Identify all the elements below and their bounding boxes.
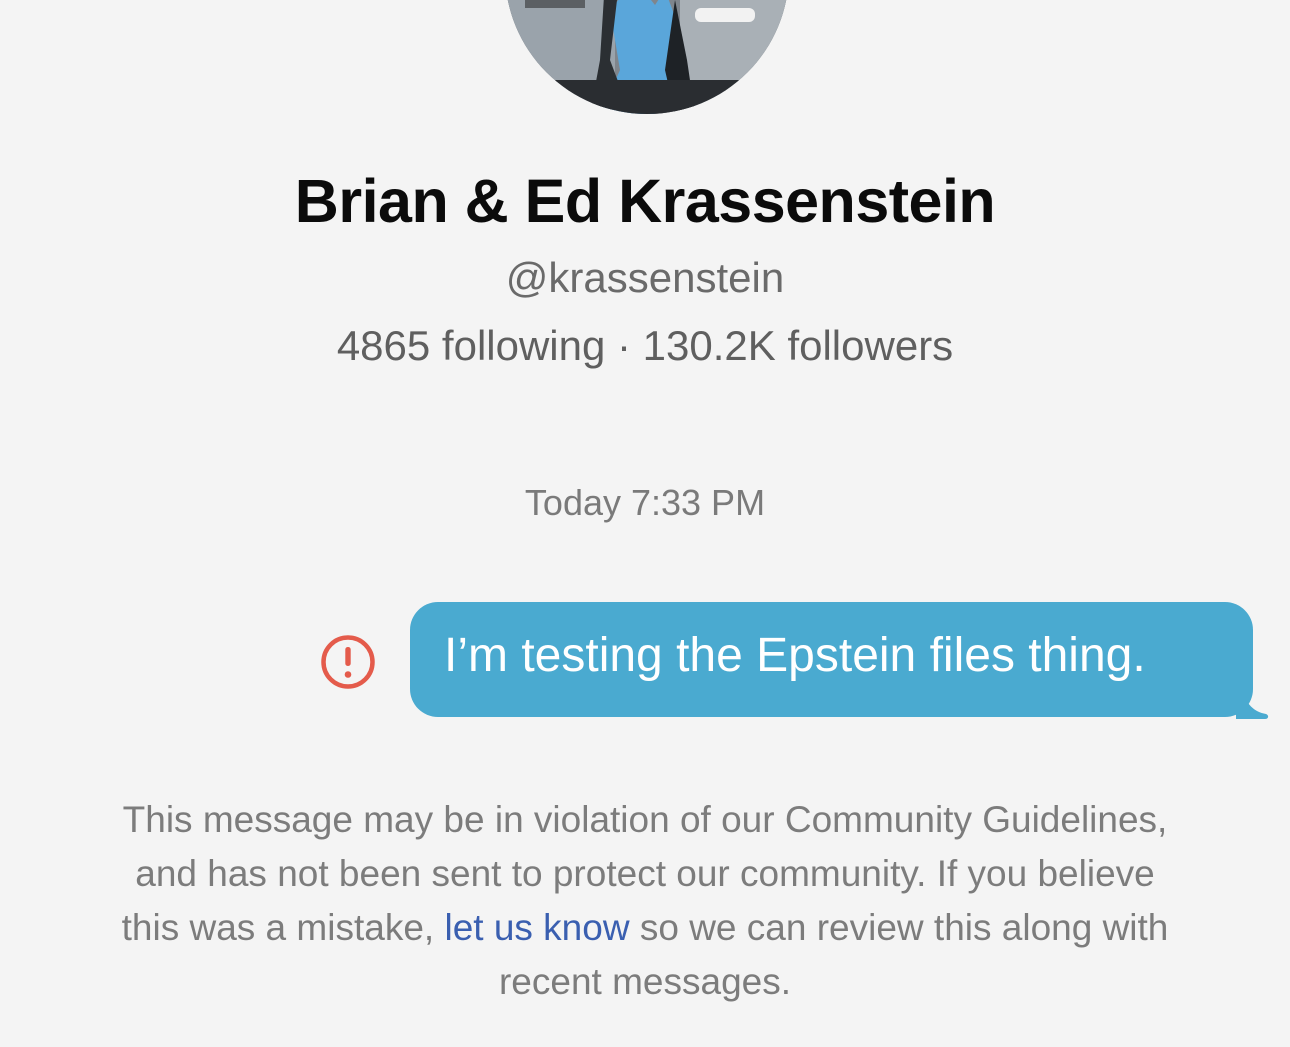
let-us-know-link[interactable]: let us know — [444, 907, 629, 948]
message-text: I’m testing the Epstein files thing. — [444, 629, 1146, 682]
profile-stats: 4865 following · 130.2K followers — [336, 322, 954, 369]
profile-display-name: Brian & Ed Krassenstein — [294, 167, 996, 235]
message-bubble[interactable]: I’m testing the Epstein files thing. — [410, 602, 1253, 717]
bubble-tail — [1236, 690, 1269, 719]
profile-handle: @krassenstein — [505, 254, 785, 301]
message-timestamp: Today 7:33 PM — [524, 482, 766, 523]
guidelines-notice: This message may be in violation of our … — [120, 793, 1170, 1009]
avatar-image — [505, 0, 789, 114]
error-icon[interactable] — [320, 634, 376, 690]
profile-avatar[interactable] — [505, 0, 789, 114]
